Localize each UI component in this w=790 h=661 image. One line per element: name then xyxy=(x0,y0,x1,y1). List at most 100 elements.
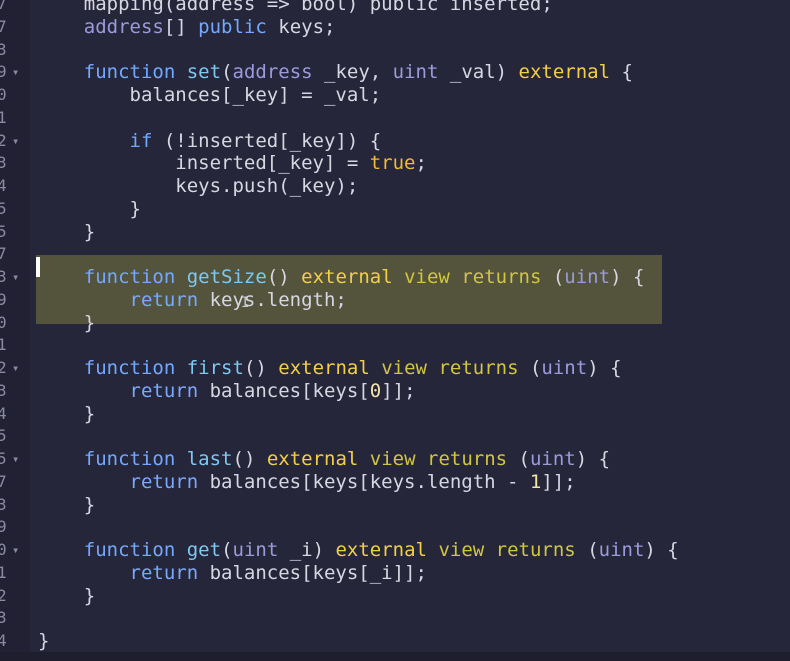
code-token: ( xyxy=(575,539,599,561)
code-line[interactable]: 0 } xyxy=(0,312,790,335)
code-token: view xyxy=(369,448,416,470)
code-line[interactable]: 3 xyxy=(0,39,790,62)
code-token: ) { xyxy=(587,357,622,379)
code-text[interactable]: mapping(address => bool) public inserted… xyxy=(38,0,553,16)
code-line[interactable]: 5 } xyxy=(0,221,790,244)
code-text[interactable]: keys.push(_key); xyxy=(38,175,358,198)
code-line[interactable]: 0 ▾ function get(uint _i) external view r… xyxy=(0,539,790,562)
fold-toggle-icon[interactable]: ▾ xyxy=(12,266,19,289)
line-number: 7 xyxy=(0,471,7,491)
code-token: external xyxy=(266,448,359,470)
code-token: true xyxy=(369,152,416,175)
code-text[interactable]: balances[_key] = _val; xyxy=(38,84,382,107)
code-token: [] xyxy=(163,15,199,38)
code-line[interactable]: 9 ▾ function set(address _key, uint _val)… xyxy=(0,61,790,84)
code-token: set xyxy=(186,61,222,84)
line-number: 1 xyxy=(0,562,7,582)
code-token: (!inserted[_key]) { xyxy=(152,129,382,152)
line-number: 7 xyxy=(0,244,7,264)
code-text[interactable]: if (!inserted[_key]) { xyxy=(38,129,382,153)
code-line[interactable]: 3 xyxy=(0,607,790,630)
code-text[interactable]: } xyxy=(38,403,95,426)
line-number: 9 xyxy=(0,62,7,82)
code-line[interactable]: 3 inserted[_key] = true; xyxy=(0,152,790,175)
code-text[interactable]: } xyxy=(38,630,49,653)
line-number: 5 xyxy=(0,198,7,218)
code-text[interactable]: function getSize() external view returns… xyxy=(38,266,645,289)
fold-toggle-icon[interactable]: ▾ xyxy=(12,61,19,84)
code-token: uint xyxy=(392,61,439,84)
code-token: } xyxy=(38,197,141,220)
code-line[interactable]: 5 ▾ function last() external view returns… xyxy=(0,448,790,471)
code-editor[interactable]: 7 mapping(address => bool) public insert… xyxy=(0,0,790,661)
code-text[interactable]: return balances[keys[0]]; xyxy=(38,380,416,403)
code-line[interactable]: 7 return balances[keys[keys.length - 1]]… xyxy=(0,471,790,494)
fold-toggle-icon[interactable]: ▾ xyxy=(12,357,19,380)
code-token: external xyxy=(278,357,370,379)
code-token: function xyxy=(38,539,176,561)
code-token: ( xyxy=(518,357,542,379)
code-text[interactable]: function get(uint _i) external view retu… xyxy=(38,539,679,562)
code-line[interactable]: 2 } xyxy=(0,585,790,608)
code-text[interactable]: address[] public keys; xyxy=(38,15,336,39)
fold-toggle-icon[interactable]: ▾ xyxy=(12,130,19,153)
code-text[interactable]: } xyxy=(38,585,95,608)
code-text[interactable]: return keys.length; xyxy=(38,289,347,312)
code-text[interactable]: } xyxy=(38,494,95,517)
code-token: if xyxy=(38,129,153,152)
code-text[interactable]: } xyxy=(38,198,141,221)
code-token: public xyxy=(198,15,267,38)
code-line[interactable]: 1 xyxy=(0,334,790,357)
code-line[interactable]: 4 keys.push(_key); xyxy=(0,175,790,198)
code-line[interactable]: 1 xyxy=(0,107,790,130)
code-line[interactable]: 3 return balances[keys[0]]; xyxy=(0,380,790,403)
code-token: last xyxy=(186,448,233,470)
code-line[interactable]: 5 } xyxy=(0,198,790,221)
code-line[interactable]: 4 } xyxy=(0,403,790,426)
code-line[interactable]: 7 address[] public keys; xyxy=(0,16,790,39)
code-token: function xyxy=(38,61,176,84)
code-token: keys.push(_key); xyxy=(38,175,359,197)
code-text[interactable]: inserted[_key] = true; xyxy=(38,152,427,175)
code-line[interactable]: 3 } xyxy=(0,494,790,517)
fold-toggle-icon[interactable]: ▾ xyxy=(12,539,19,562)
code-text[interactable]: } xyxy=(38,221,95,244)
line-number: 3 xyxy=(0,267,7,286)
code-line[interactable]: 4} xyxy=(0,630,790,653)
code-line[interactable]: 1 return balances[keys[_i]]; xyxy=(0,562,790,585)
code-token: address xyxy=(232,61,313,84)
code-token: _val) xyxy=(438,61,519,84)
line-number: 5 xyxy=(0,449,7,468)
code-token: function xyxy=(38,448,176,470)
code-token: uint xyxy=(529,448,576,470)
code-line[interactable]: 7 xyxy=(0,243,790,266)
line-number: 2 xyxy=(0,130,7,150)
code-line[interactable]: 3 ▾ function getSize() external view retu… xyxy=(0,266,790,289)
code-line[interactable]: 0 balances[_key] = _val; xyxy=(0,84,790,107)
code-line[interactable]: 9 return keys.length; xyxy=(0,289,790,312)
code-line[interactable]: 5 xyxy=(0,425,790,448)
code-line[interactable]: 2 ▾ if (!inserted[_key]) { xyxy=(0,130,790,153)
code-text[interactable]: function last() external view returns (u… xyxy=(38,448,610,471)
code-line[interactable]: 2 ▾ function first() external view return… xyxy=(0,357,790,380)
code-text[interactable]: return balances[keys[keys.length - 1]]; xyxy=(38,471,576,494)
code-token: function xyxy=(38,357,176,379)
code-text[interactable]: function first() external view returns (… xyxy=(38,357,622,380)
code-text[interactable]: function set(address _key, uint _val) ex… xyxy=(38,61,633,84)
code-line[interactable]: 9 xyxy=(0,516,790,539)
fold-toggle-icon[interactable]: ▾ xyxy=(12,448,19,471)
line-number: 4 xyxy=(0,631,7,650)
code-text[interactable]: return balances[keys[_i]]; xyxy=(38,562,427,585)
code-token: returns xyxy=(461,266,542,288)
code-line[interactable]: 7 mapping(address => bool) public insert… xyxy=(0,0,790,16)
code-lines[interactable]: 7 mapping(address => bool) public insert… xyxy=(0,0,790,661)
code-token: ) { xyxy=(575,448,611,470)
code-token: ]]; xyxy=(541,470,576,493)
code-text[interactable]: } xyxy=(38,312,95,335)
code-token: keys; xyxy=(266,15,336,38)
